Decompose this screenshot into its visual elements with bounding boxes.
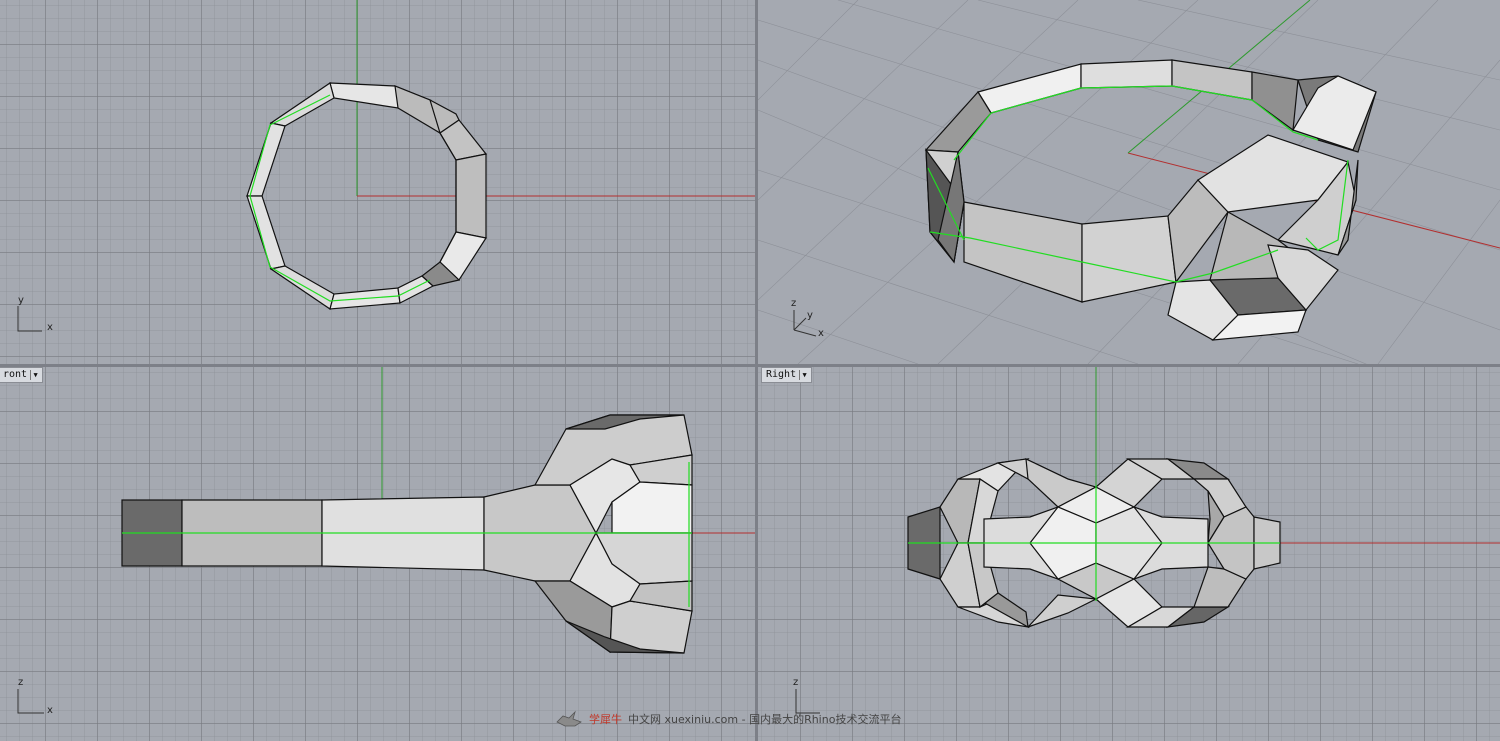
top-axis-x-label: x bbox=[47, 322, 53, 333]
viewport-front[interactable]: ront ▼ z x bbox=[0, 367, 755, 741]
persp-axis-y-label: y bbox=[807, 310, 813, 321]
front-axis-z-label: z bbox=[18, 677, 24, 688]
persp-axis-z-label: z bbox=[791, 298, 797, 309]
front-axis-x-label: x bbox=[47, 705, 53, 716]
ring-perspective-model bbox=[924, 59, 1377, 341]
top-axis-y-label: y bbox=[18, 295, 24, 306]
viewport-perspective[interactable]: z y x bbox=[758, 0, 1500, 364]
front-axis-indicator bbox=[17, 689, 44, 714]
top-view-canvas bbox=[17, 0, 755, 332]
perspective-grid bbox=[758, 0, 1500, 364]
viewport-top[interactable]: y x bbox=[0, 0, 755, 364]
persp-axis-x-label: x bbox=[818, 328, 824, 339]
ring-front-model bbox=[121, 414, 693, 654]
top-axis-indicator bbox=[17, 306, 42, 332]
perspective-view-canvas bbox=[758, 0, 1500, 364]
watermark-brand: 学犀牛 bbox=[589, 713, 622, 726]
right-view-canvas bbox=[795, 367, 1500, 714]
right-axis-z-label: z bbox=[793, 677, 799, 688]
viewport-right[interactable]: Right ▼ z bbox=[758, 367, 1500, 741]
rhino-logo-icon bbox=[556, 710, 582, 727]
watermark: 学犀牛 中文网 xuexiniu.com - 国内最大的Rhino技术交流平台 bbox=[555, 706, 901, 732]
watermark-text: 中文网 xuexiniu.com - 国内最大的Rhino技术交流平台 bbox=[628, 713, 902, 726]
front-view-canvas bbox=[17, 367, 755, 714]
